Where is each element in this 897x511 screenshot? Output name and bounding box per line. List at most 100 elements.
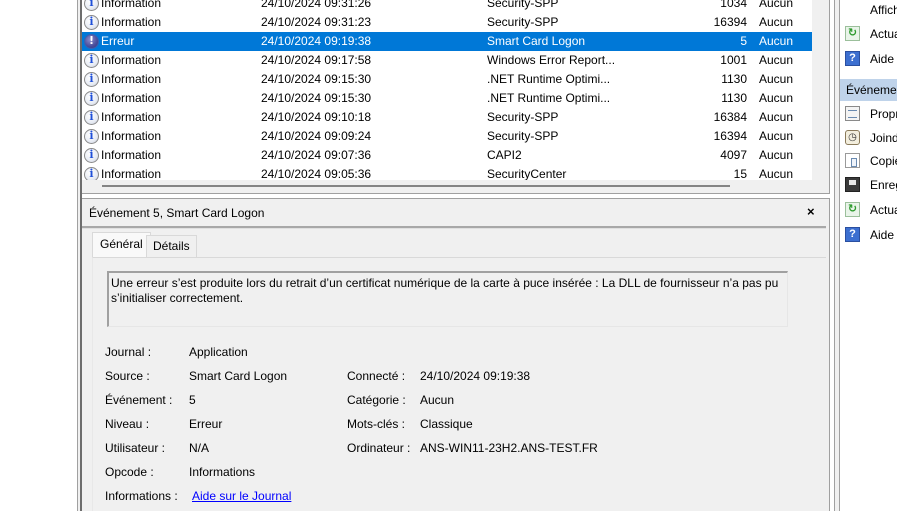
field-value[interactable]: Informations: [189, 465, 255, 479]
field-value[interactable]: N/A: [189, 441, 209, 455]
event-id: 1001: [720, 53, 747, 67]
event-level: Information: [101, 110, 162, 124]
event-description[interactable]: Une erreur s’est produite lors du retrai…: [107, 271, 788, 327]
event-date: 24/10/2024 09:15:30: [261, 91, 372, 105]
field-label: Opcode :: [105, 465, 154, 479]
info-icon: i: [84, 91, 99, 106]
tab-general[interactable]: Général: [92, 232, 151, 257]
event-date: 24/10/2024 09:09:24: [261, 129, 372, 143]
event-row[interactable]: i Information 24/10/2024 09:15:30 .NET Runt…: [82, 89, 812, 108]
action-item[interactable]: Affich: [840, 0, 897, 21]
title-separator: [82, 226, 826, 229]
event-task-category: Aucun: [759, 34, 794, 48]
field-value[interactable]: Aucun: [420, 393, 454, 407]
event-task-category: Aucun: [759, 0, 794, 10]
event-task-category: Aucun: [759, 148, 794, 162]
event-date: 24/10/2024 09:31:26: [261, 0, 372, 10]
field-value[interactable]: Application: [189, 345, 248, 359]
refresh-icon: [845, 202, 860, 217]
info-icon: i: [84, 0, 99, 11]
action-item[interactable]: Propr: [840, 103, 897, 125]
event-source: Smart Card Logon: [487, 34, 586, 48]
close-icon[interactable]: ×: [807, 204, 815, 219]
event-row[interactable]: i Information 24/10/2024 09:31:23 Security-…: [82, 13, 812, 32]
actions-pane: Événemen Affich Actua? Aide Propr Joind Copie…: [840, 0, 897, 511]
attach-task-icon: [845, 130, 860, 145]
error-icon: !: [84, 34, 99, 49]
event-level: Information: [101, 91, 162, 105]
event-id: 4097: [720, 148, 747, 162]
event-task-category: Aucun: [759, 167, 794, 180]
copy-icon: [845, 153, 860, 168]
event-date: 24/10/2024 09:31:23: [261, 15, 372, 29]
event-source: SecurityCenter: [487, 167, 567, 180]
event-source: .NET Runtime Optimi...: [487, 72, 611, 86]
help-icon: ?: [845, 51, 860, 66]
action-label: Propr: [870, 107, 897, 121]
event-date: 24/10/2024 09:10:18: [261, 110, 372, 124]
event-id: 16394: [713, 15, 747, 29]
field-label: Ordinateur :: [347, 441, 411, 455]
event-id: 16394: [713, 129, 747, 143]
events-list[interactable]: i Information 24/10/2024 09:31:26 Security-…: [82, 0, 812, 180]
horizontal-scrollbar[interactable]: [102, 185, 730, 187]
event-source: .NET Runtime Optimi...: [487, 91, 611, 105]
action-label: Affich: [870, 3, 897, 17]
info-icon: i: [84, 72, 99, 87]
event-date: 24/10/2024 09:19:38: [261, 34, 372, 48]
field-label: Niveau :: [105, 417, 150, 431]
event-task-category: Aucun: [759, 53, 794, 67]
event-row[interactable]: i Information 24/10/2024 09:15:30 .NET Runt…: [82, 70, 812, 89]
action-label: Actua: [870, 27, 897, 41]
event-level: Information: [101, 167, 162, 180]
field-value[interactable]: 5: [189, 393, 196, 407]
field-label: Utilisateur :: [105, 441, 166, 455]
field-label: Mots-clés :: [347, 417, 406, 431]
event-source: Security-SPP: [487, 129, 559, 143]
field-value[interactable]: 24/10/2024 09:19:38: [420, 369, 530, 383]
event-row[interactable]: i Information 24/10/2024 09:17:58 Windows E…: [82, 51, 812, 70]
event-row[interactable]: i Information 24/10/2024 09:05:36 SecurityC…: [82, 165, 812, 180]
action-item[interactable]: ? Aide: [840, 48, 897, 70]
action-item[interactable]: Joind: [840, 127, 897, 149]
field-value[interactable]: Classique: [420, 417, 473, 431]
action-label: Actua: [870, 203, 897, 217]
event-date: 24/10/2024 09:07:36: [261, 148, 372, 162]
help-icon: ?: [845, 227, 860, 242]
field-label: Informations :: [105, 489, 178, 503]
event-row[interactable]: i Information 24/10/2024 09:09:24 Security-…: [82, 127, 812, 146]
event-row[interactable]: i Information 24/10/2024 09:07:36 CAPI2 4097…: [82, 146, 812, 165]
action-label: Aide: [870, 52, 895, 66]
event-date: 24/10/2024 09:17:58: [261, 53, 372, 67]
field-value[interactable]: Smart Card Logon: [189, 369, 287, 383]
event-source: Windows Error Report...: [487, 53, 616, 67]
action-item[interactable]: Actua: [840, 23, 897, 45]
field-label: Source :: [105, 369, 150, 383]
event-level: Information: [101, 15, 162, 29]
field-label: Journal :: [105, 345, 152, 359]
detail-title: Événement 5, Smart Card Logon: [89, 206, 265, 220]
field-value[interactable]: ANS-WIN11-23H2.ANS-TEST.FR: [420, 441, 598, 455]
field-value[interactable]: Erreur: [189, 417, 222, 431]
event-date: 24/10/2024 09:15:30: [261, 72, 372, 86]
info-icon: i: [84, 167, 99, 180]
event-log-help-link[interactable]: Aide sur le Journal: [192, 489, 291, 503]
tab-details[interactable]: Détails: [146, 235, 197, 257]
action-item[interactable]: Copie: [840, 150, 897, 172]
event-level: Information: [101, 72, 162, 86]
event-level: Information: [101, 148, 162, 162]
event-id: 1130: [721, 72, 747, 86]
event-row[interactable]: i Information 24/10/2024 09:31:26 Security-…: [82, 0, 812, 13]
action-item[interactable]: Enreg: [840, 174, 897, 196]
action-item[interactable]: ? Aide: [840, 224, 897, 246]
event-id: 5: [740, 34, 747, 48]
field-label: Catégorie :: [347, 393, 406, 407]
event-level: Information: [101, 0, 162, 10]
event-row[interactable]: i Information 24/10/2024 09:10:18 Security-…: [82, 108, 812, 127]
actions-section-event[interactable]: Événemen: [840, 79, 897, 101]
action-item[interactable]: Actua: [840, 199, 897, 221]
info-icon: i: [84, 148, 99, 163]
event-row[interactable]: ! Erreur 24/10/2024 09:19:38 Smart Card Log…: [82, 32, 812, 51]
events-list-pane: i Information 24/10/2024 09:31:26 Security-…: [82, 0, 830, 194]
event-level: Erreur: [101, 34, 135, 48]
